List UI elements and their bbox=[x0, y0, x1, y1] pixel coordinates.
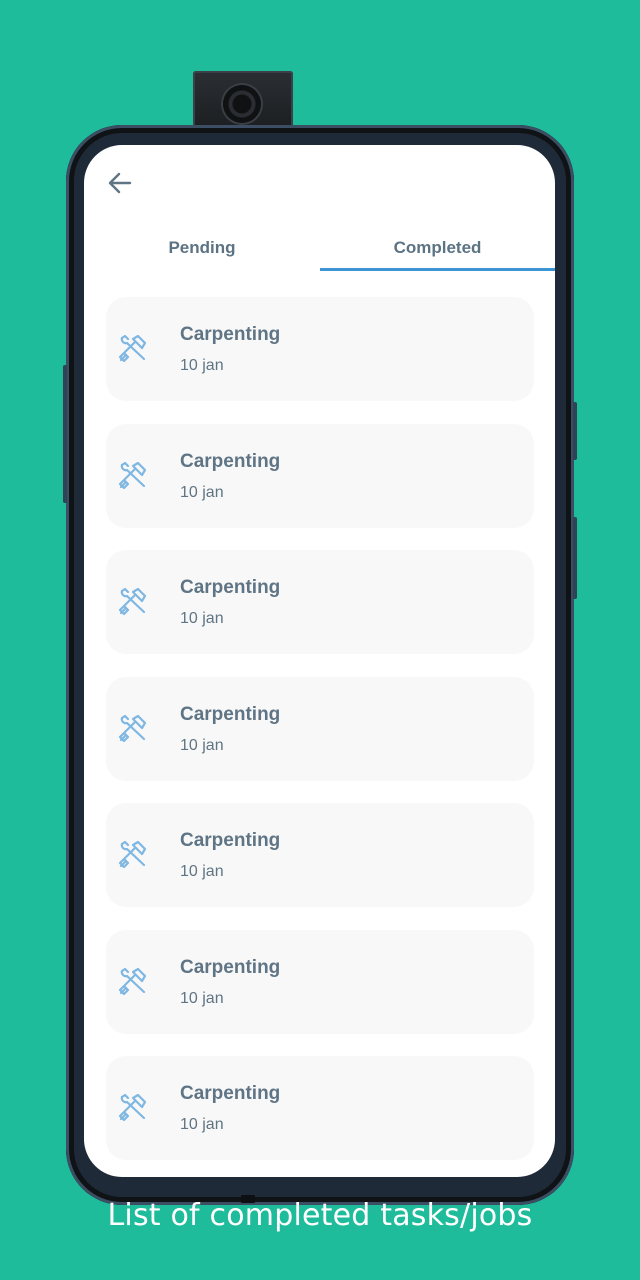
caption: List of completed tasks/jobs bbox=[107, 1198, 533, 1233]
phone-volume-button bbox=[573, 402, 577, 460]
task-title: Carpenting bbox=[180, 577, 281, 598]
task-card[interactable]: Carpenting 10 jan bbox=[106, 550, 534, 654]
tab-selected-indicator bbox=[320, 268, 555, 271]
task-card[interactable]: Carpenting 10 jan bbox=[106, 676, 534, 781]
task-date: 10 jan bbox=[180, 736, 224, 754]
tab-pending[interactable]: Pending bbox=[84, 225, 320, 271]
task-list: Carpenting 10 jan Carpenting 10 jan Carpen… bbox=[106, 297, 534, 1177]
task-date: 10 jan bbox=[180, 610, 224, 627]
task-card[interactable]: Carpenting 10 jan bbox=[106, 423, 534, 528]
hammer-wrench-icon bbox=[118, 586, 148, 616]
task-tabs: Pending Completed bbox=[84, 225, 555, 271]
back-button[interactable] bbox=[106, 169, 134, 197]
app-screen: Pending Completed Carpenting 10 jan Carpe… bbox=[84, 145, 555, 1177]
task-card[interactable]: Carpenting 10 jan bbox=[106, 1056, 534, 1160]
task-title: Carpenting bbox=[180, 703, 281, 725]
popup-camera bbox=[193, 71, 293, 133]
task-date: 10 jan bbox=[180, 989, 224, 1007]
hammer-wrench-icon bbox=[118, 1092, 148, 1122]
task-date: 10 jan bbox=[180, 1116, 224, 1133]
task-card[interactable]: Carpenting 10 jan bbox=[106, 297, 534, 401]
task-title: Carpenting bbox=[180, 324, 281, 345]
phone-side-button bbox=[63, 365, 67, 503]
task-title: Carpenting bbox=[180, 450, 281, 472]
task-date: 10 jan bbox=[180, 483, 224, 501]
task-card[interactable]: Carpenting 10 jan bbox=[106, 929, 534, 1034]
task-title: Carpenting bbox=[180, 956, 281, 978]
hammer-wrench-icon bbox=[118, 713, 148, 743]
task-date: 10 jan bbox=[180, 357, 224, 374]
task-card[interactable]: Carpenting 10 jan bbox=[106, 803, 534, 907]
arrow-left-icon bbox=[108, 172, 132, 194]
phone-power-button bbox=[573, 517, 577, 599]
task-title: Carpenting bbox=[180, 1083, 281, 1104]
task-date: 10 jan bbox=[180, 863, 224, 880]
task-title: Carpenting bbox=[180, 830, 281, 851]
hammer-wrench-icon bbox=[118, 839, 148, 869]
camera-lens bbox=[223, 85, 261, 123]
hammer-wrench-icon bbox=[118, 460, 148, 490]
hammer-wrench-icon bbox=[118, 966, 148, 996]
hammer-wrench-icon bbox=[118, 333, 148, 363]
tab-completed[interactable]: Completed bbox=[320, 225, 555, 271]
